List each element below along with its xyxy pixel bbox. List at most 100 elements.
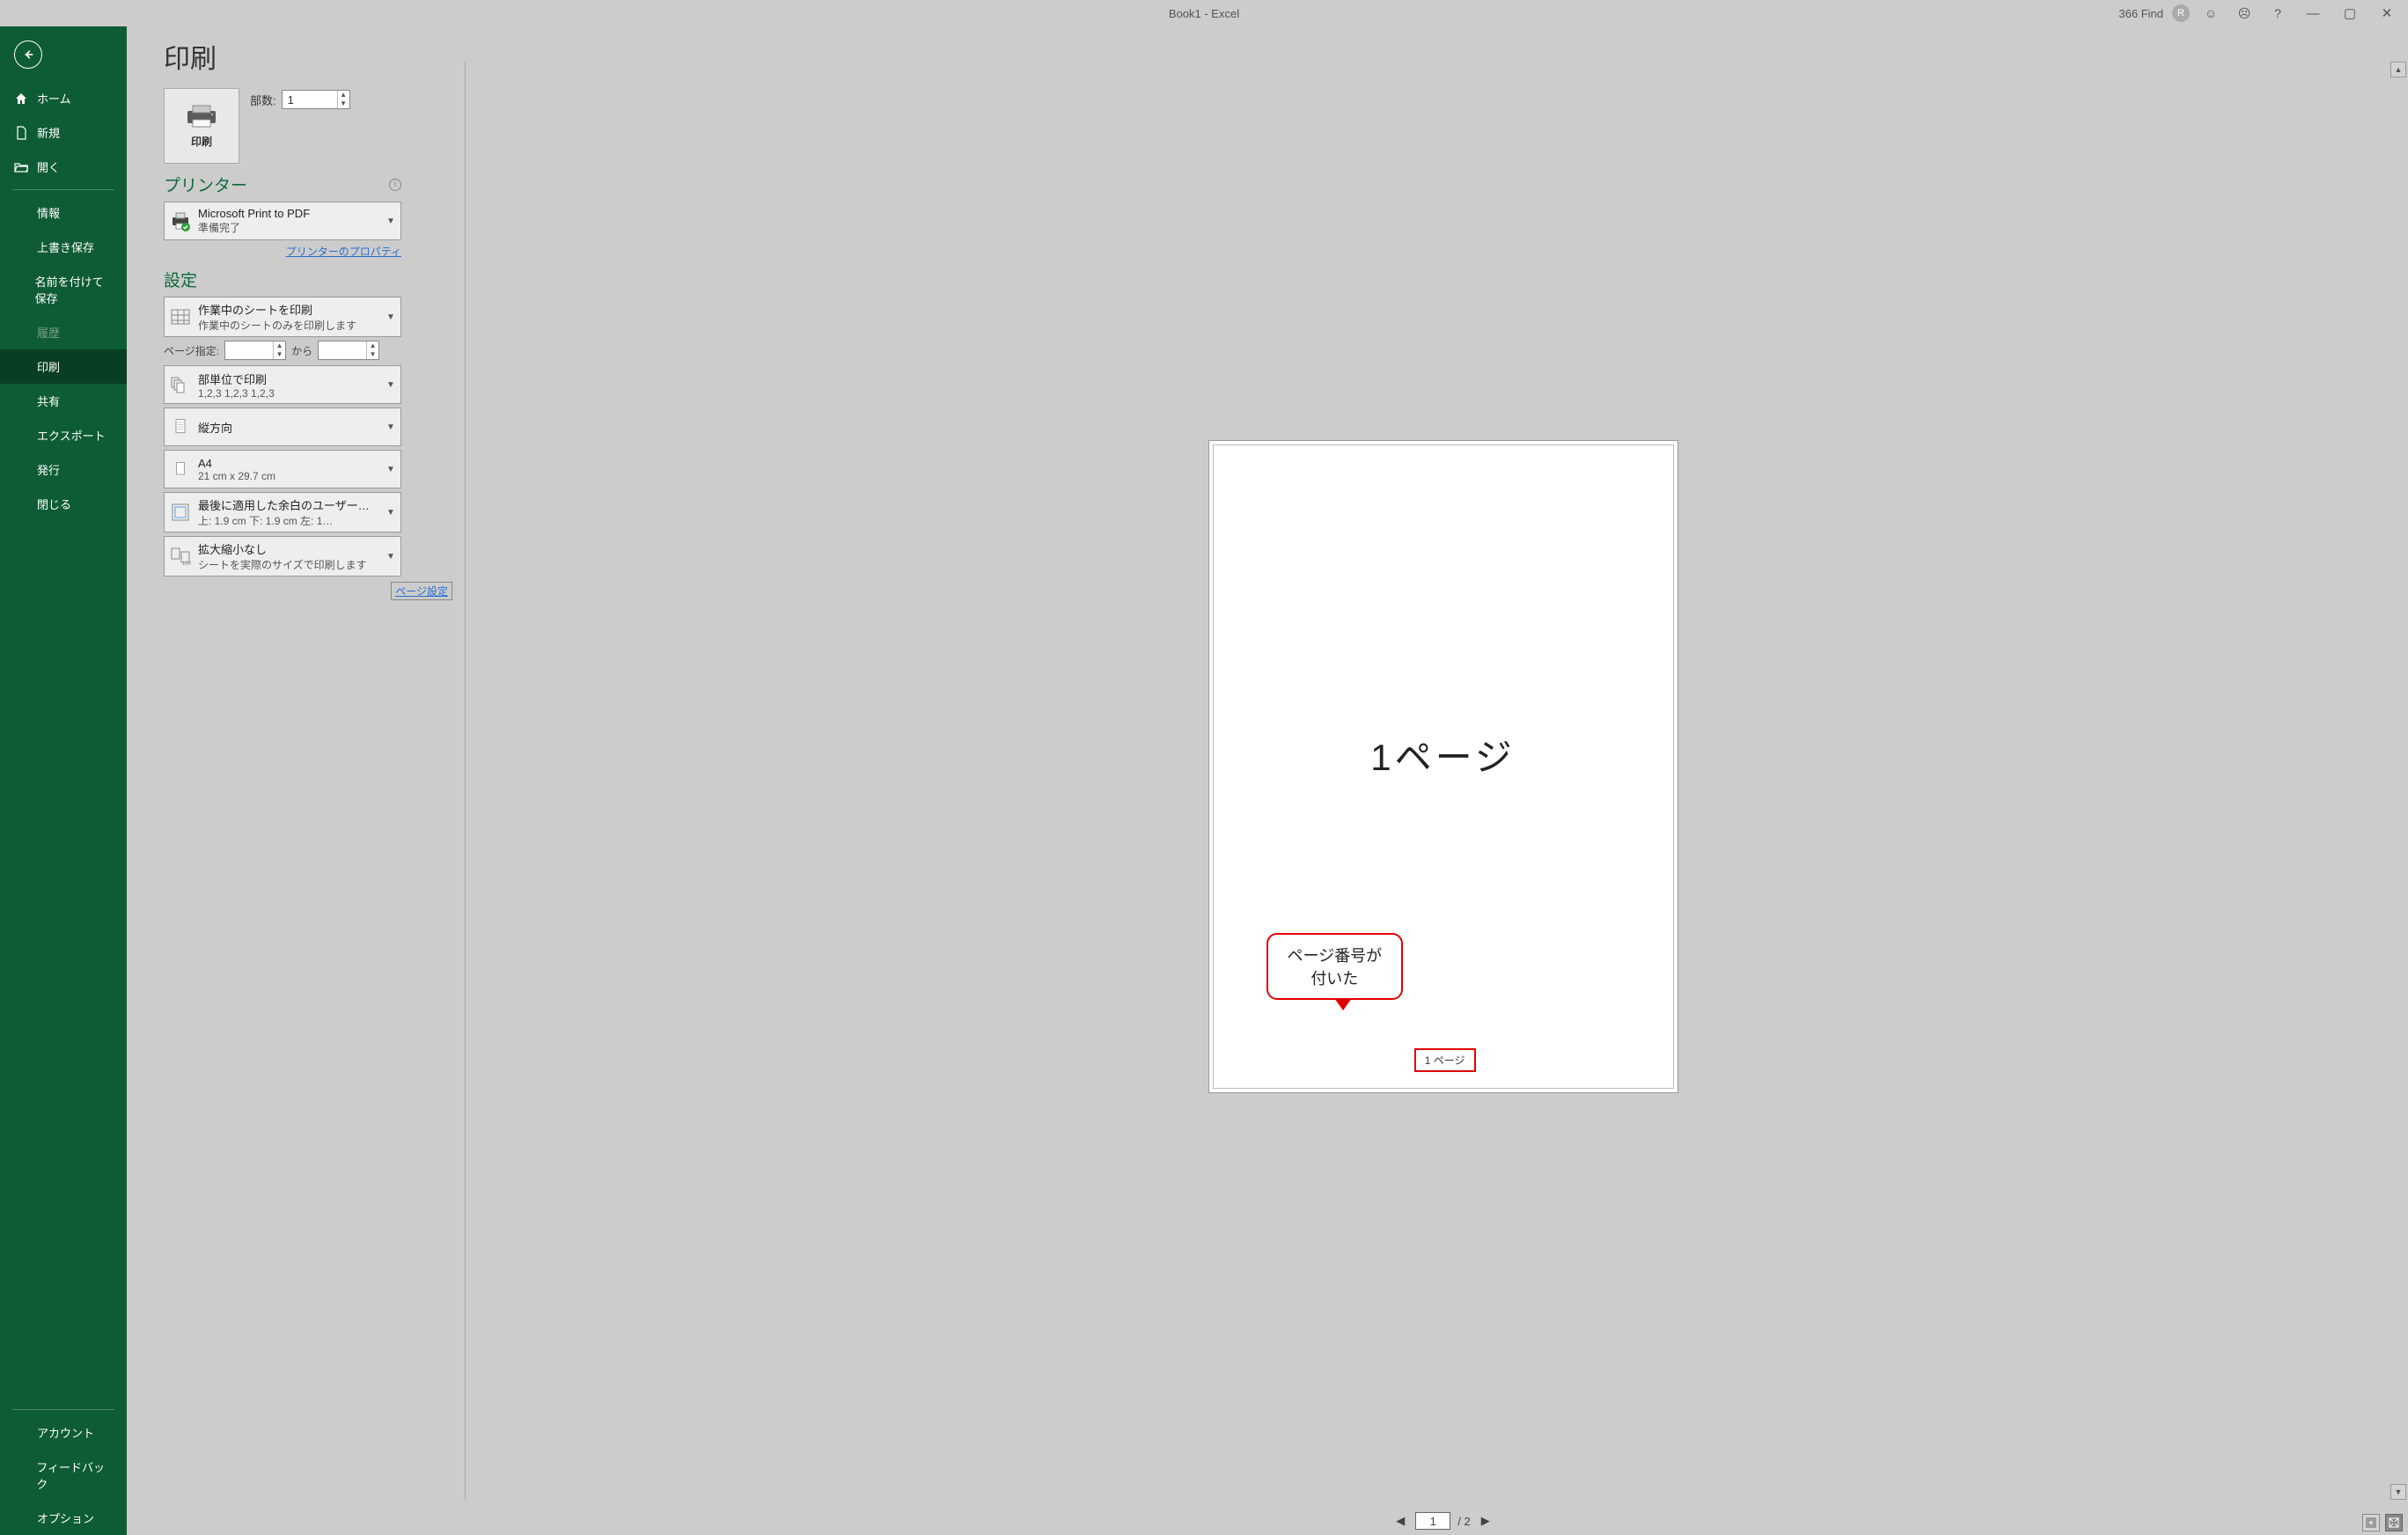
sidebar-item-label: フィードバック (36, 1458, 113, 1492)
orientation-title: 縦方向 (198, 419, 379, 436)
maximize-button[interactable]: ▢ (2336, 5, 2364, 21)
margins-icon (170, 502, 191, 523)
copies-value: 1 (283, 93, 337, 106)
face-sad-icon[interactable]: ☹ (2232, 6, 2257, 21)
sidebar-item-save[interactable]: 上書き保存 (0, 230, 127, 264)
folder-open-icon (14, 160, 28, 174)
sidebar-item-label: 情報 (37, 204, 60, 221)
sidebar-item-label: 共有 (37, 393, 60, 409)
minimize-button[interactable]: — (2299, 6, 2327, 21)
preview-big-text: 1ページ (1214, 728, 1673, 782)
user-avatar[interactable]: R (2172, 4, 2190, 22)
chevron-down-icon: ▼ (386, 422, 395, 432)
margins-select[interactable]: 最後に適用した余白のユーザー設定 上: 1.9 cm 下: 1.9 cm 左: … (164, 492, 401, 532)
spinner-down-icon[interactable]: ▼ (274, 350, 285, 359)
printer-select[interactable]: Microsoft Print to PDF 準備完了 ▼ (164, 202, 401, 240)
printer-icon (184, 104, 219, 129)
settings-heading: 設定 (164, 268, 197, 291)
printer-name: Microsoft Print to PDF (198, 207, 379, 220)
spinner-down-icon[interactable]: ▼ (367, 350, 378, 359)
footer-page-badge: 1 ページ (1414, 1048, 1476, 1072)
page-from-input[interactable]: ▲▼ (224, 341, 286, 360)
sidebar-item-label: 印刷 (37, 358, 60, 375)
help-icon[interactable]: ? (2265, 6, 2290, 20)
paper-sub: 21 cm x 29.7 cm (198, 470, 379, 482)
window-title: Book1 - Excel (1169, 7, 1239, 20)
title-bar: Book1 - Excel 366 Find R ☺ ☹ ? — ▢ ✕ (0, 0, 2408, 26)
chevron-down-icon: ▼ (386, 552, 395, 562)
user-name: 366 Find (2118, 7, 2163, 20)
sidebar-item-options[interactable]: オプション (0, 1501, 127, 1535)
paper-size-select[interactable]: A4 21 cm x 29.7 cm ▼ (164, 450, 401, 488)
sidebar-item-label: 開く (37, 158, 60, 175)
sidebar-item-close[interactable]: 閉じる (0, 487, 127, 521)
collate-sub: 1,2,3 1,2,3 1,2,3 (198, 387, 379, 400)
sidebar-item-label: 発行 (37, 461, 60, 478)
page-range-row: ページ指定: ▲▼ から ▲▼ (164, 341, 401, 360)
sidebar-item-publish[interactable]: 発行 (0, 452, 127, 487)
page-number-input[interactable]: 1 (1415, 1512, 1450, 1530)
sidebar-item-label: 閉じる (37, 496, 71, 512)
sheet-icon (170, 306, 191, 327)
scale-title: 拡大縮小なし (198, 540, 379, 557)
page-setup-link[interactable]: ページ設定 (391, 582, 452, 600)
sidebar-item-account[interactable]: アカウント (0, 1415, 127, 1450)
sidebar-item-label: エクスポート (37, 427, 106, 444)
separator (465, 62, 466, 1500)
print-what-select[interactable]: 作業中のシートを印刷 作業中のシートのみを印刷します ▼ (164, 297, 401, 337)
sidebar-item-label: 履歴 (37, 324, 60, 341)
next-page-button[interactable]: ▶ (1478, 1514, 1494, 1528)
spinner-up-icon[interactable]: ▲ (338, 91, 349, 99)
scaling-select[interactable]: 100 拡大縮小なし シートを実際のサイズで印刷します ▼ (164, 536, 401, 577)
copies-spinner[interactable]: 1 ▲▼ (282, 90, 350, 109)
page-icon (170, 459, 191, 480)
sidebar-item-export[interactable]: エクスポート (0, 418, 127, 452)
preview-panel: 1ページ ページ番号が 付いた 1 ページ ◀ 1 / 2 ▶ (478, 26, 2408, 1535)
sidebar-item-open[interactable]: 開く (0, 150, 127, 184)
printer-small-icon (170, 210, 191, 231)
page-preview: 1ページ ページ番号が 付いた 1 ページ (1213, 444, 1674, 1089)
annotation-callout: ページ番号が 付いた (1266, 933, 1404, 1000)
prev-page-button[interactable]: ◀ (1392, 1514, 1408, 1528)
page-to-input[interactable]: ▲▼ (318, 341, 379, 360)
sidebar-item-save-as[interactable]: 名前を付けて保存 (0, 264, 127, 315)
face-smile-icon[interactable]: ☺ (2199, 6, 2223, 20)
sidebar-item-new[interactable]: 新規 (0, 115, 127, 150)
sidebar-item-home[interactable]: ホーム (0, 81, 127, 115)
sidebar-item-feedback[interactable]: フィードバック (0, 1450, 127, 1501)
spinner-down-icon[interactable]: ▼ (338, 99, 349, 108)
page-total: / 2 (1457, 1515, 1470, 1528)
show-margins-toggle[interactable] (2362, 1514, 2380, 1531)
printer-heading: プリンター (164, 173, 247, 196)
scroll-down-icon[interactable]: ▼ (2390, 1484, 2406, 1500)
zoom-to-page-toggle[interactable] (2385, 1514, 2403, 1531)
orientation-select[interactable]: 縦方向 ▼ (164, 408, 401, 446)
spinner-up-icon[interactable]: ▲ (274, 342, 285, 350)
chevron-down-icon: ▼ (386, 508, 395, 518)
close-button[interactable]: ✕ (2373, 5, 2401, 21)
copies-label: 部数: (250, 92, 276, 108)
print-what-title: 作業中のシートを印刷 (198, 301, 379, 318)
sidebar-item-history: 履歴 (0, 315, 127, 349)
chevron-down-icon: ▼ (386, 465, 395, 474)
vertical-scrollbar[interactable]: ▲ ▼ (2390, 62, 2406, 1500)
spinner-up-icon[interactable]: ▲ (367, 342, 378, 350)
sidebar-item-info[interactable]: 情報 (0, 195, 127, 230)
margins-title: 最後に適用した余白のユーザー設定 (198, 496, 379, 513)
scroll-up-icon[interactable]: ▲ (2390, 62, 2406, 77)
print-button[interactable]: 印刷 (164, 88, 239, 164)
sidebar-item-share[interactable]: 共有 (0, 384, 127, 418)
sidebar-item-label: オプション (37, 1509, 94, 1526)
chevron-down-icon: ▼ (386, 380, 395, 390)
printer-properties-link[interactable]: プリンターのプロパティ (164, 244, 401, 259)
info-icon[interactable]: i (389, 179, 401, 191)
callout-line1: ページ番号が (1288, 947, 1383, 965)
paper-title: A4 (198, 457, 379, 470)
paper-shadow: 1ページ ページ番号が 付いた 1 ページ (1209, 441, 1678, 1092)
sidebar-item-label: アカウント (37, 1424, 94, 1441)
pager: ◀ 1 / 2 ▶ (478, 1507, 2408, 1535)
callout-line2: 付いた (1310, 970, 1358, 988)
collate-select[interactable]: 部単位で印刷 1,2,3 1,2,3 1,2,3 ▼ (164, 365, 401, 404)
back-button[interactable] (14, 40, 42, 69)
sidebar-item-print[interactable]: 印刷 (0, 349, 127, 384)
